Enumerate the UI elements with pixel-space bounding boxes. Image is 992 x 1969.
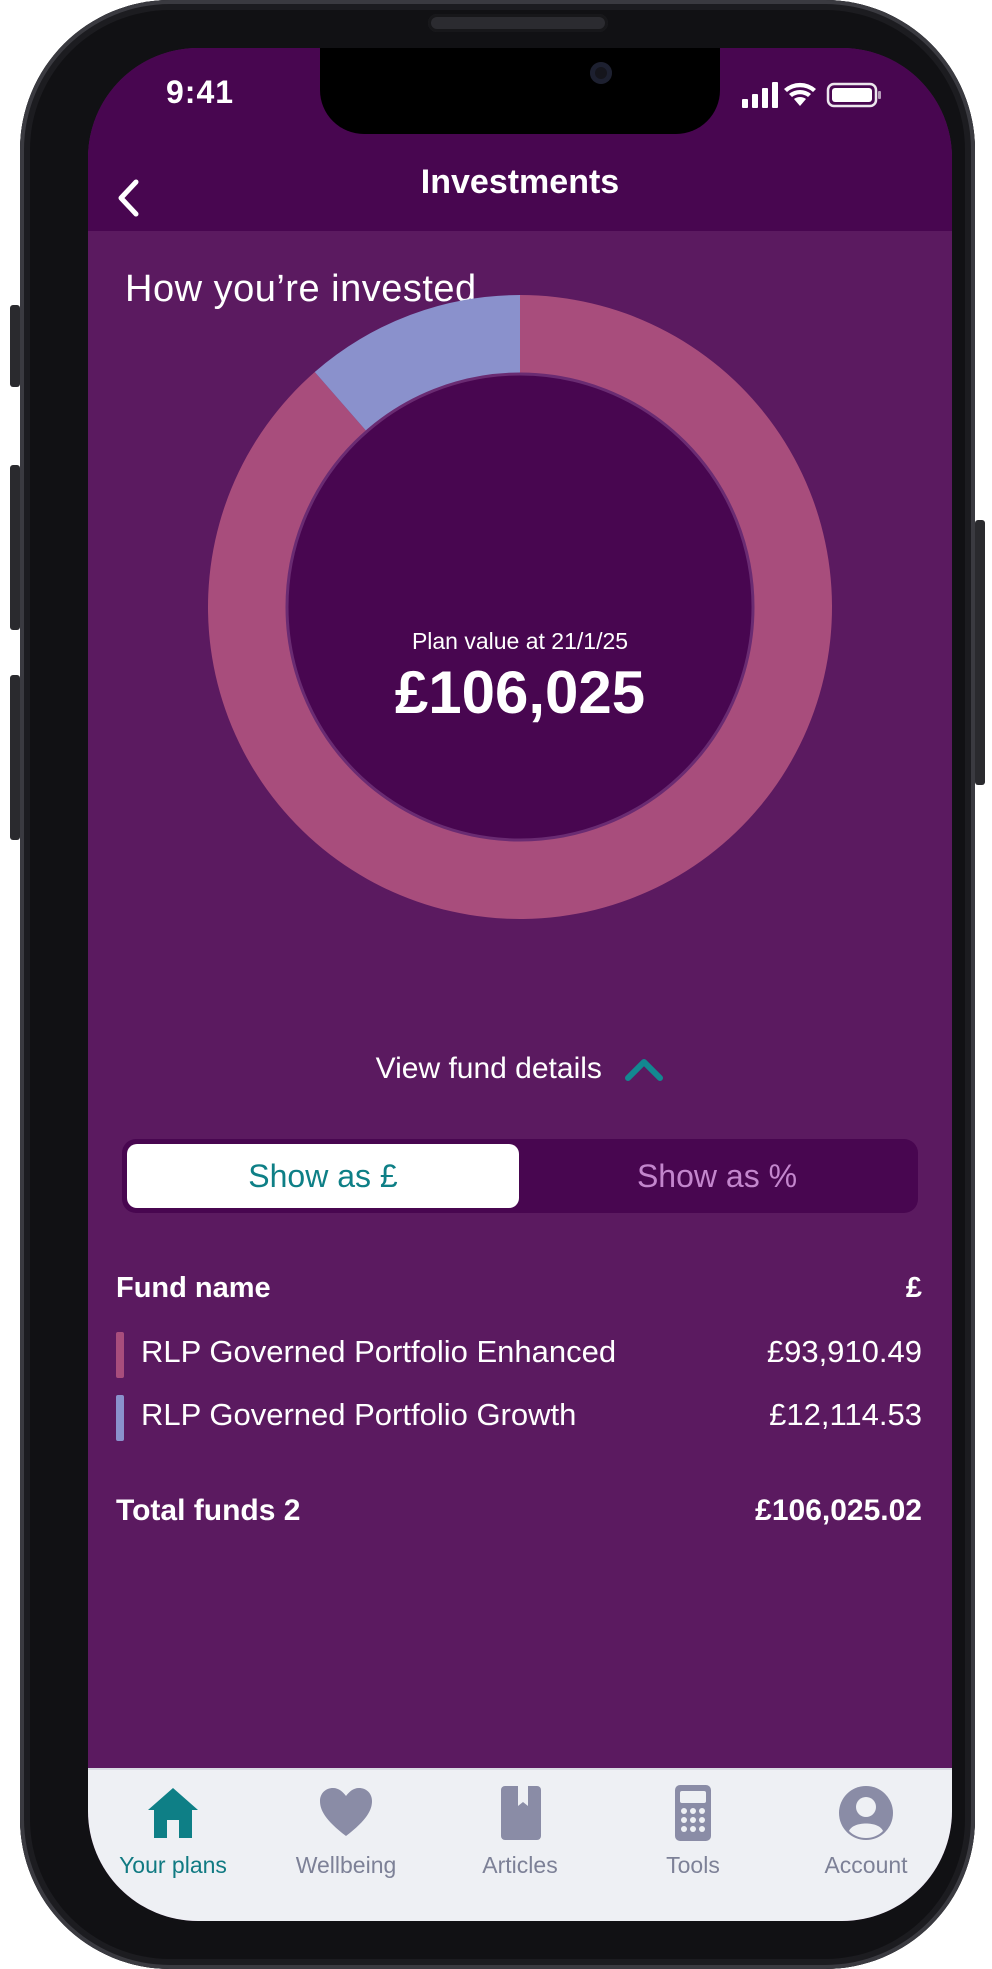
phone-frame: 9:41 Investments How you’re invested Pla… (10, 0, 985, 1969)
fund-value: £93,910.49 (766, 1334, 922, 1369)
tab-label: Tools (666, 1852, 720, 1878)
fund-name: RLP Governed Portfolio Enhanced (141, 1334, 617, 1369)
status-time: 9:41 (166, 74, 235, 110)
show-as-pounds-option[interactable]: Show as £ (127, 1144, 519, 1208)
wifi-icon (784, 82, 816, 106)
total-funds-label: Total funds 2 (116, 1494, 301, 1527)
fund-name: RLP Governed Portfolio Growth (141, 1397, 577, 1432)
tab-tools[interactable]: Tools (618, 1784, 768, 1894)
status-icons (742, 82, 881, 108)
fund-color-swatch (116, 1332, 124, 1378)
volume-down-button (10, 675, 20, 840)
cellular-signal-icon (742, 82, 778, 108)
view-fund-details-button[interactable]: View fund details (88, 1052, 952, 1086)
mute-switch (10, 305, 20, 387)
tab-label: Wellbeing (295, 1852, 397, 1878)
volume-up-button (10, 465, 20, 630)
earpiece-speaker (428, 14, 608, 32)
bottom-tab-bar: Your plans Wellbeing Articles Tools Acco… (88, 1768, 952, 1921)
show-as-percent-option[interactable]: Show as % (521, 1144, 913, 1208)
chevron-up-icon (625, 1059, 664, 1081)
display-mode-toggle: Show as £ Show as % (122, 1139, 918, 1213)
app-header: 9:41 Investments (88, 48, 952, 231)
view-fund-details-label: View fund details (375, 1052, 602, 1085)
fund-color-swatch (116, 1395, 124, 1441)
tab-articles[interactable]: Articles (445, 1784, 595, 1894)
allocation-donut-chart (207, 295, 833, 919)
fund-value: £12,114.53 (769, 1397, 922, 1432)
fund-row: RLP Governed Portfolio Enhanced £93,910.… (116, 1330, 922, 1378)
tab-wellbeing[interactable]: Wellbeing (271, 1784, 421, 1894)
donut-center (285, 372, 755, 842)
book-icon (501, 1786, 541, 1840)
battery-icon (826, 82, 881, 108)
tab-label: Your plans (119, 1852, 227, 1878)
fund-row: RLP Governed Portfolio Growth £12,114.53 (116, 1393, 922, 1441)
currency-header: £ (905, 1272, 922, 1304)
app-screen: 9:41 Investments How you’re invested Pla… (88, 48, 952, 1921)
total-funds-value: £106,025.02 (755, 1494, 922, 1527)
fund-name-header: Fund name (116, 1272, 271, 1304)
calculator-icon (675, 1785, 711, 1841)
power-button (975, 520, 985, 785)
tab-label: Account (824, 1852, 908, 1878)
plan-value: £106,025 (394, 659, 646, 726)
tab-label: Articles (482, 1852, 558, 1878)
heart-icon (320, 1788, 372, 1836)
dynamic-island (320, 48, 720, 134)
tab-your-plans[interactable]: Your plans (98, 1784, 248, 1894)
page-title: Investments (420, 163, 620, 201)
tab-account[interactable]: Account (791, 1784, 941, 1894)
home-icon (148, 1788, 198, 1838)
front-camera (590, 62, 612, 84)
account-icon (839, 1786, 893, 1840)
plan-value-label: Plan value at 21/1/25 (411, 628, 629, 654)
